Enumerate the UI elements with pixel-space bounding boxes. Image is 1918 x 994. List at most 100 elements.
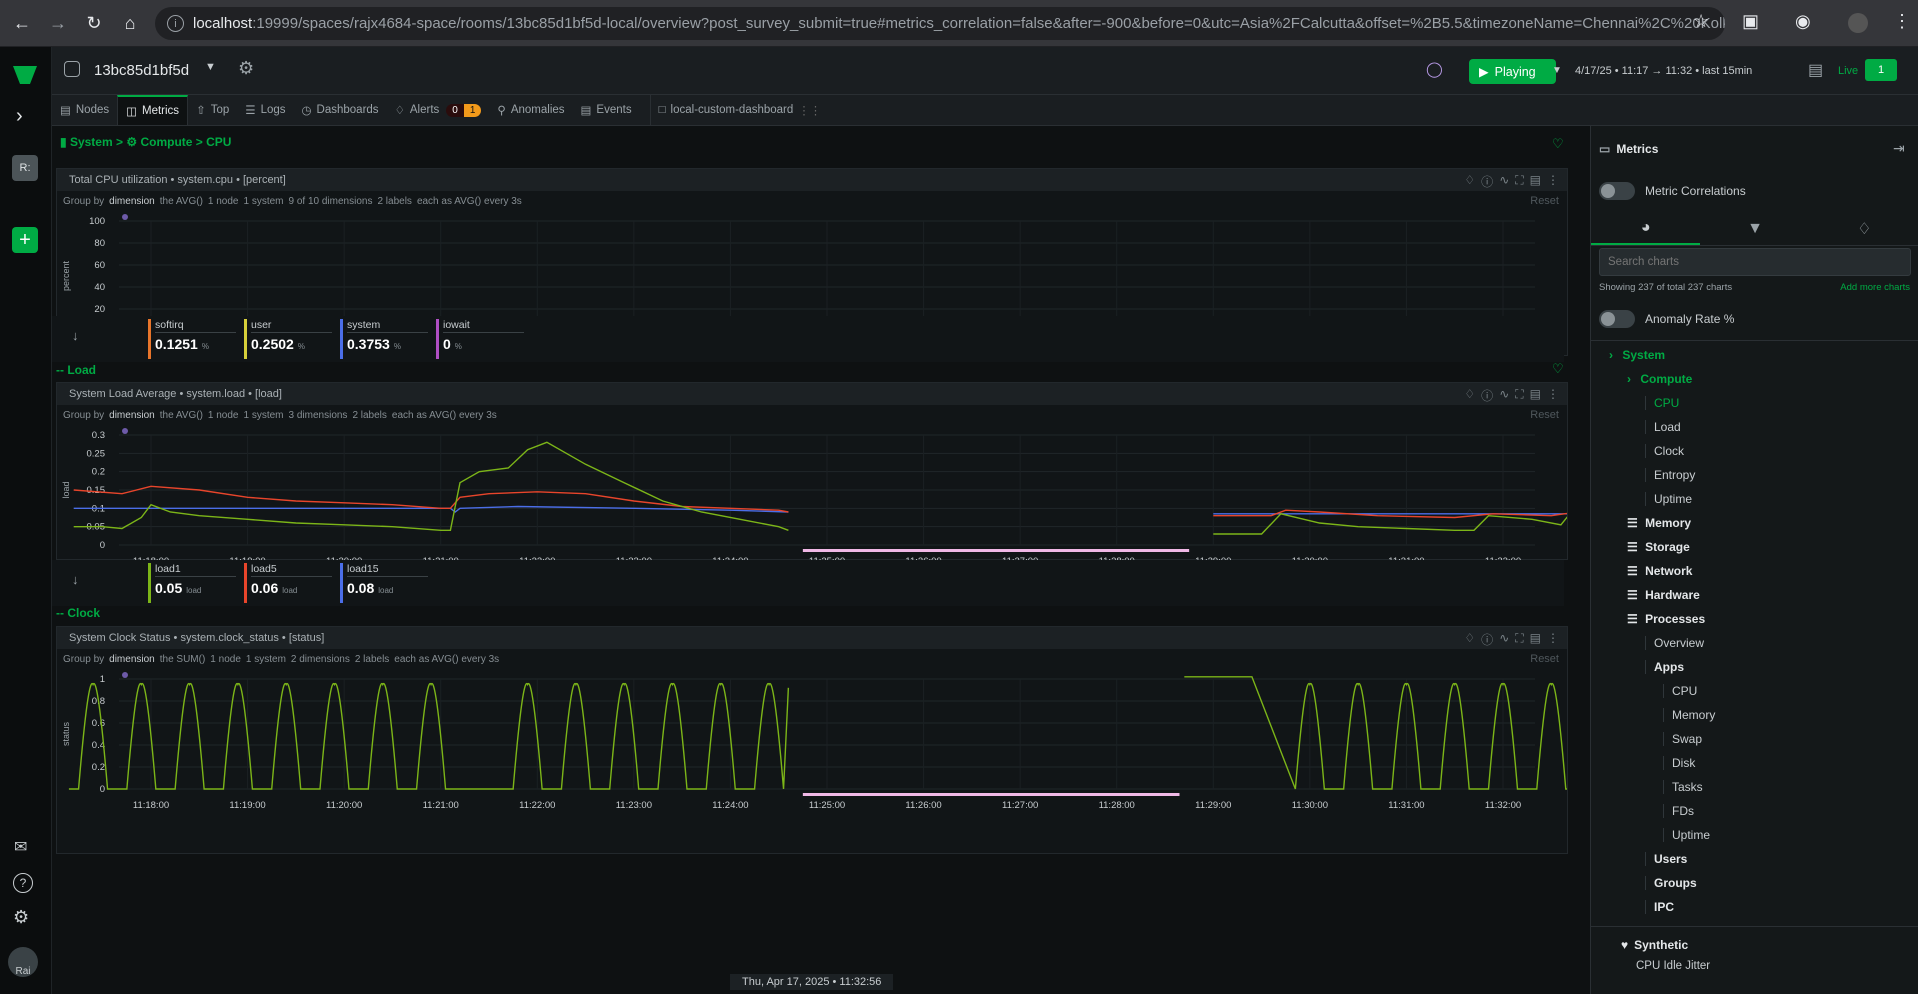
search-charts-input[interactable] (1599, 248, 1911, 276)
expand-rail-icon[interactable]: › (16, 105, 23, 128)
tab-top[interactable]: ⇧ Top (188, 95, 237, 125)
space-avatar[interactable]: R: (12, 155, 38, 181)
time-aggregation-select[interactable]: each as AVG() every 3s (394, 654, 499, 665)
tree-item-users[interactable]: Users (1645, 852, 1687, 866)
dimensions-select[interactable]: 9 of 10 dimensions (289, 196, 373, 207)
toggle-switch[interactable] (1599, 182, 1635, 200)
tree-item-groups[interactable]: Groups (1645, 876, 1697, 890)
labels-select[interactable]: 2 labels (352, 410, 386, 421)
sidebar-tab-alerts[interactable]: ♢ (1810, 212, 1918, 245)
reset-button[interactable]: Reset (1530, 409, 1559, 421)
load-favorite-heart-icon[interactable]: ♡ (1552, 361, 1564, 377)
screen-capture-icon[interactable]: ◉ (1795, 11, 1811, 32)
breadcrumb-compute[interactable]: Compute > CPU (140, 135, 231, 149)
back-icon[interactable]: ← (8, 9, 36, 37)
legend-sort-arrow-icon[interactable]: ↓ (72, 572, 79, 587)
toggle-switch[interactable] (1599, 310, 1635, 328)
tree-item-cpu[interactable]: CPU (1663, 684, 1697, 698)
correlate-icon[interactable]: ∿ (1499, 631, 1509, 648)
legend-item-load15[interactable]: load15 0.08 load (340, 563, 428, 603)
anomaly-rate-toggle[interactable]: Anomaly Rate % (1599, 310, 1734, 328)
tree-item-uptime[interactable]: Uptime (1663, 828, 1710, 842)
user-avatar[interactable]: Rai (8, 947, 38, 977)
tree-item-clock[interactable]: Clock (1645, 444, 1684, 458)
metric-correlations-toggle[interactable]: Metric Correlations (1599, 182, 1746, 200)
aggregation-select[interactable]: the AVG() (160, 196, 203, 207)
tree-item-synthetic[interactable]: ♥ Synthetic (1621, 938, 1688, 952)
tree-item-overview[interactable]: Overview (1645, 636, 1704, 650)
labels-select[interactable]: 2 labels (355, 654, 389, 665)
fullscreen-icon[interactable]: ⛶ (1515, 387, 1523, 404)
legend-item-load5[interactable]: load5 0.06 load (244, 563, 332, 603)
site-info-icon[interactable]: i (167, 15, 184, 32)
tree-item-memory[interactable]: Memory (1663, 708, 1715, 722)
info-icon[interactable]: ⓘ (1481, 387, 1493, 404)
nodes-select[interactable]: 1 node (208, 410, 239, 421)
reload-icon[interactable]: ↻ (80, 9, 108, 37)
live-count-badge[interactable]: 1 (1865, 59, 1897, 81)
reset-button[interactable]: Reset (1530, 195, 1559, 207)
instances-select[interactable]: 1 system (244, 410, 284, 421)
home-icon[interactable]: ⌂ (116, 9, 144, 37)
dimensions-select[interactable]: 3 dimensions (289, 410, 348, 421)
chevron-icon[interactable]: › (1609, 348, 1616, 362)
theme-lightbulb-icon[interactable]: ◯ (1426, 60, 1443, 78)
time-aggregation-select[interactable]: each as AVG() every 3s (392, 410, 497, 421)
tree-item-tasks[interactable]: Tasks (1663, 780, 1703, 794)
fullscreen-icon[interactable]: ⛶ (1515, 173, 1523, 190)
alert-icon[interactable]: ♢ (1464, 631, 1475, 648)
tab-alerts[interactable]: ♢ Alerts 01 (387, 95, 490, 125)
forward-icon[interactable]: → (44, 9, 72, 37)
breadcrumb-system[interactable]: System > (70, 135, 123, 149)
aggregation-select[interactable]: the SUM() (160, 654, 206, 665)
instances-select[interactable]: 1 system (244, 196, 284, 207)
help-icon[interactable]: ? (13, 873, 33, 893)
nodes-select[interactable]: 1 node (208, 196, 239, 207)
tree-item-cpu[interactable]: CPU (1645, 396, 1679, 410)
tree-item-swap[interactable]: Swap (1663, 732, 1702, 746)
tree-item-uptime[interactable]: Uptime (1645, 492, 1692, 506)
tree-item-processes[interactable]: ☰ Processes (1627, 612, 1705, 626)
chevron-icon[interactable]: › (1627, 372, 1634, 386)
inbox-icon[interactable]: ✉ (14, 837, 27, 857)
tree-item-hardware[interactable]: ☰ Hardware (1627, 588, 1700, 602)
drag-icon[interactable]: ⋮ (1547, 387, 1559, 404)
tab-local-custom-dashboard[interactable]: □ local-custom-dashboard ⋮⋮ (649, 95, 830, 125)
netdata-logo-icon[interactable] (10, 63, 40, 87)
dimensions-select[interactable]: 2 dimensions (291, 654, 350, 665)
info-icon[interactable]: ⓘ (1481, 173, 1493, 190)
alert-icon[interactable]: ♢ (1464, 173, 1475, 190)
drag-handle-icon[interactable]: ⋮⋮ (798, 103, 821, 117)
tree-item-apps[interactable]: Apps (1645, 660, 1684, 674)
legend-item-softirq[interactable]: softirq 0.1251% (148, 319, 236, 359)
tree-item-storage[interactable]: ☰ Storage (1627, 540, 1690, 554)
playing-button[interactable]: ▶ Playing (1469, 59, 1556, 84)
tree-item-load[interactable]: Load (1645, 420, 1681, 434)
sidebar-tab-filters[interactable]: ▼ (1700, 212, 1809, 245)
add-space-button[interactable]: + (12, 227, 38, 253)
favorite-heart-icon[interactable]: ♡ (1552, 136, 1564, 152)
instances-select[interactable]: 1 system (246, 654, 286, 665)
export-icon[interactable]: ▤ (1530, 631, 1541, 648)
legend-item-system[interactable]: system 0.3753% (340, 319, 428, 359)
tab-logs[interactable]: ☰ Logs (237, 95, 293, 125)
alert-icon[interactable]: ♢ (1464, 387, 1475, 404)
drag-icon[interactable]: ⋮ (1547, 631, 1559, 648)
clock-chart-plot[interactable]: 10.80.60.40.2011:18:00 11:19:00 11:20:00 11… (57, 669, 1567, 819)
tree-item-compute[interactable]: › Compute (1627, 372, 1692, 386)
browser-menu-icon[interactable]: ⋮ (1893, 11, 1911, 32)
legend-sort-arrow-icon[interactable]: ↓ (72, 328, 79, 343)
layout-toggle-icon[interactable]: ▤ (1808, 60, 1823, 80)
reset-button[interactable]: Reset (1530, 653, 1559, 665)
node-settings-gear-icon[interactable]: ⚙ (238, 58, 254, 79)
export-icon[interactable]: ▤ (1530, 387, 1541, 404)
tree-item-network[interactable]: ☰ Network (1627, 564, 1692, 578)
tab-events[interactable]: ▤ Events (573, 95, 640, 125)
correlate-icon[interactable]: ∿ (1499, 173, 1509, 190)
info-icon[interactable]: ⓘ (1481, 631, 1493, 648)
tab-nodes[interactable]: ▤ Nodes (52, 95, 117, 125)
tree-item-entropy[interactable]: Entropy (1645, 468, 1695, 482)
add-more-charts-link[interactable]: Add more charts (1840, 282, 1910, 293)
address-bar[interactable]: i localhost:19999/spaces/rajx4684-space/… (155, 7, 1725, 40)
tab-anomalies[interactable]: ⚲ Anomalies (489, 95, 572, 125)
